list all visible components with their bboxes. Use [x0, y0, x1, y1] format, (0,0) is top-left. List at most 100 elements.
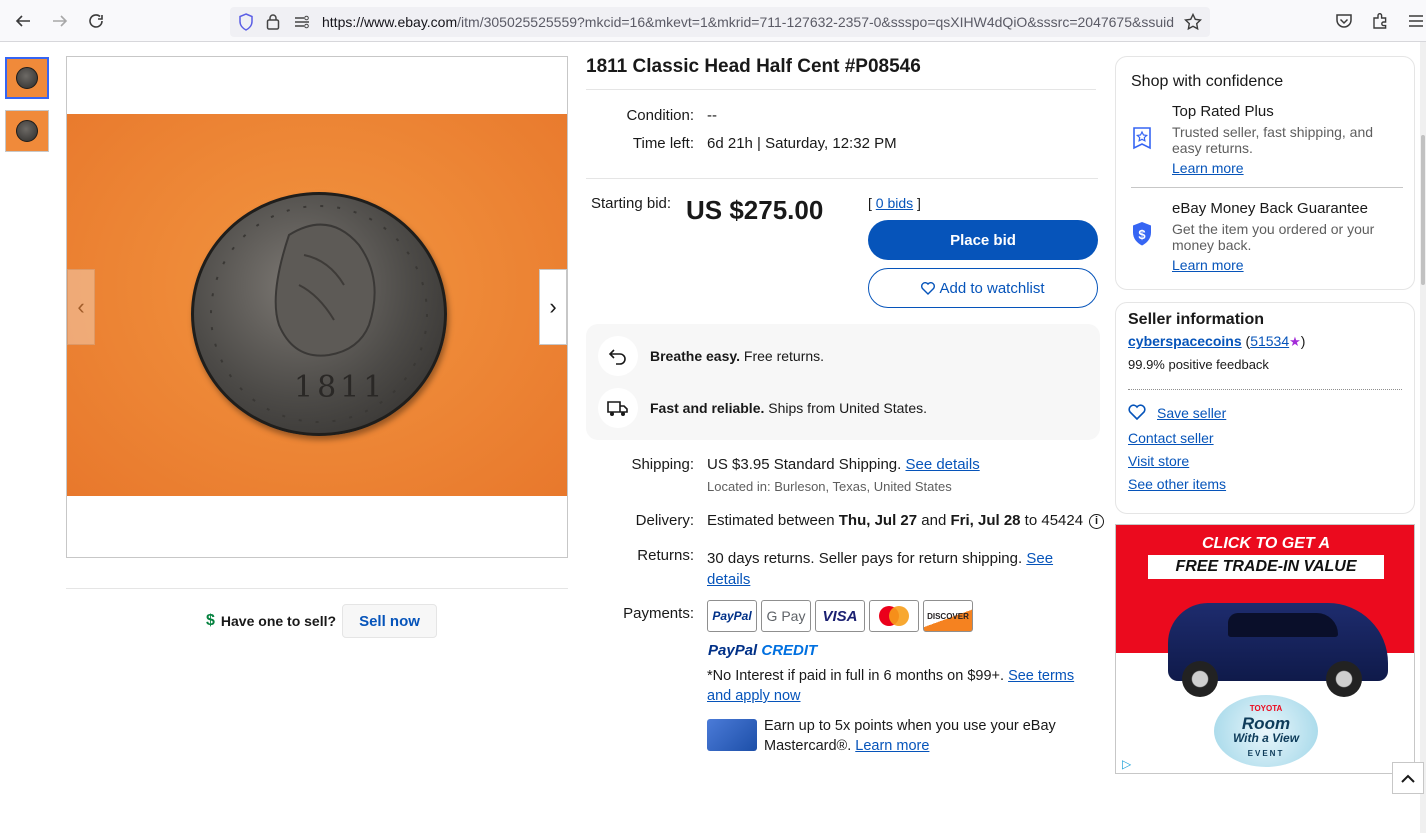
divider	[1131, 187, 1403, 188]
discover-logo: DISCOVER	[923, 600, 973, 632]
shield-icon[interactable]	[238, 13, 254, 36]
scrollbar-thumb[interactable]	[1421, 135, 1425, 285]
seller-information-card: Seller information cyberspacecoins (5153…	[1115, 302, 1415, 514]
info-icon[interactable]: i	[1089, 513, 1105, 529]
star-rating-icon: ★	[1289, 334, 1301, 349]
url-path: /itm/305025525559?mkcid=16&mkevt=1&mkrid…	[457, 14, 1174, 30]
thumbnail-1[interactable]	[5, 57, 49, 99]
shipping-method: Standard Shipping.	[769, 456, 906, 473]
event-title-2: With a View	[1232, 731, 1300, 745]
dollar-icon: $	[206, 612, 215, 629]
suv-windows	[1228, 613, 1338, 637]
money-back-title: eBay Money Back Guarantee	[1172, 200, 1368, 217]
sell-now-button[interactable]: Sell now	[342, 604, 437, 638]
coin-image: 1811	[191, 192, 447, 436]
card-learn-more-link[interactable]: Learn more	[855, 738, 929, 754]
reload-icon[interactable]	[85, 10, 107, 32]
bid-history-link[interactable]: 0 bids	[876, 195, 913, 211]
time-left-value: 6d 21h | Saturday, 12:32 PM	[707, 135, 897, 152]
divider	[586, 178, 1098, 179]
event-title-3: EVENT	[1247, 749, 1285, 758]
back-arrow-icon[interactable]	[12, 10, 34, 32]
free-returns-row: Breathe easy. Free returns.	[598, 336, 824, 376]
money-back-learn-more-link[interactable]: Learn more	[1172, 257, 1244, 273]
ad-subheadline: FREE TRADE-IN VALUE	[1148, 555, 1384, 579]
item-location: Located in: Burleson, Texas, United Stat…	[707, 479, 952, 494]
next-image-button[interactable]: ›	[539, 269, 567, 345]
price-value: US $275.00	[686, 195, 824, 225]
shipping-details-link[interactable]: See details	[905, 456, 979, 473]
returns-value: 30 days returns. Seller pays for return …	[707, 548, 1067, 590]
top-rated-learn-more-link[interactable]: Learn more	[1172, 160, 1244, 176]
other-items-link[interactable]: See other items	[1128, 476, 1226, 492]
coin-thumbnail-image	[16, 67, 38, 89]
google-pay-logo: G Pay	[761, 600, 811, 632]
chevron-left-icon: ‹	[77, 294, 85, 319]
previous-image-button[interactable]: ‹	[67, 269, 95, 345]
suv-wheel	[1326, 661, 1362, 697]
positive-feedback: 99.9% positive feedback	[1128, 357, 1269, 372]
paypal-credit-logo: PayPal CREDIT	[708, 642, 817, 659]
chevron-right-icon: ›	[549, 294, 557, 319]
paypal-credit-brand: PayPal	[708, 642, 758, 659]
payment-methods: PayPal G Pay VISA DISCOVER	[707, 600, 973, 632]
adchoices-icon[interactable]: ▷	[1122, 757, 1131, 771]
assurance-panel: Breathe easy. Free returns. Fast and rel…	[586, 324, 1100, 440]
divider	[586, 89, 1096, 90]
svg-text:$: $	[1138, 227, 1146, 242]
bookmark-star-icon[interactable]	[1183, 12, 1203, 36]
score-bracket: )	[1300, 333, 1306, 349]
thumbnail-2[interactable]	[5, 110, 49, 152]
shipping-cost: US $3.95	[707, 456, 770, 473]
shipping-label: Shipping:	[631, 456, 694, 473]
seller-name-link[interactable]: cyberspacecoins	[1128, 333, 1242, 349]
delivery-value: Estimated between Thu, Jul 27 and Fri, J…	[707, 512, 1105, 529]
coin-photo: 1811	[67, 114, 567, 496]
scroll-to-top-button[interactable]	[1392, 762, 1424, 794]
fast-shipping-text: Fast and reliable. Ships from United Sta…	[650, 400, 927, 416]
bid-count: [ 0 bids ]	[868, 195, 921, 211]
address-bar[interactable]: https://www.ebay.com/itm/305025525559?mk…	[230, 7, 1210, 37]
divider	[1128, 389, 1402, 390]
delivery-truck-icon	[598, 388, 638, 428]
main-image-viewer[interactable]: 1811 ‹ ›	[66, 56, 568, 558]
permissions-icon[interactable]	[294, 15, 310, 34]
save-seller-link[interactable]: Save seller	[1157, 405, 1226, 421]
feedback-score-link[interactable]: 51534	[1250, 333, 1289, 349]
toyota-advertisement[interactable]: CLICK TO GET A FREE TRADE-IN VALUE TOYOT…	[1115, 524, 1415, 774]
free-returns-rest: Free returns.	[740, 348, 825, 364]
lock-icon[interactable]	[266, 13, 280, 35]
coin-thumbnail-image	[16, 120, 38, 142]
star-badge-icon	[1130, 125, 1154, 151]
seller-name-row: cyberspacecoins (51534★)	[1128, 333, 1305, 350]
contact-seller-link[interactable]: Contact seller	[1128, 430, 1214, 446]
top-rated-plus-desc: Trusted seller, fast shipping, and easy …	[1172, 124, 1374, 156]
delivery-and: and	[917, 512, 951, 529]
bids-bracket: ]	[913, 195, 921, 211]
forward-arrow-icon[interactable]	[49, 10, 71, 32]
ad-headline: CLICK TO GET A	[1202, 535, 1330, 552]
free-returns-bold: Breathe easy.	[650, 348, 741, 364]
extensions-icon[interactable]	[1369, 10, 1391, 32]
score-bracket: (	[1241, 333, 1251, 349]
heart-icon[interactable]	[1128, 404, 1146, 425]
browser-toolbar: https://www.ebay.com/itm/305025525559?mk…	[0, 0, 1426, 42]
menu-icon[interactable]	[1405, 10, 1426, 32]
url-host: https://www.ebay.com	[322, 14, 458, 30]
ebay-mastercard-image	[707, 719, 757, 751]
pocket-icon[interactable]	[1333, 10, 1355, 32]
visit-store-link[interactable]: Visit store	[1128, 453, 1189, 469]
credit-offer-text: *No Interest if paid in full in 6 months…	[707, 668, 1009, 684]
chevron-up-icon	[1401, 774, 1415, 783]
confidence-heading: Shop with confidence	[1131, 73, 1284, 90]
place-bid-button[interactable]: Place bid	[868, 220, 1098, 260]
watchlist-label: Add to watchlist	[939, 279, 1045, 297]
returns-text: 30 days returns. Seller pays for return …	[707, 550, 1027, 567]
url-text[interactable]: https://www.ebay.com/itm/305025525559?mk…	[322, 14, 1174, 30]
fast-shipping-bold: Fast and reliable.	[650, 400, 765, 416]
delivery-prefix: Estimated between	[707, 512, 839, 529]
fast-shipping-row: Fast and reliable. Ships from United Sta…	[598, 388, 927, 428]
add-to-watchlist-button[interactable]: Add to watchlist	[868, 268, 1098, 308]
shop-with-confidence-card: Shop with confidence Top Rated Plus Trus…	[1115, 56, 1415, 290]
top-rated-plus-title: Top Rated Plus	[1172, 103, 1274, 120]
